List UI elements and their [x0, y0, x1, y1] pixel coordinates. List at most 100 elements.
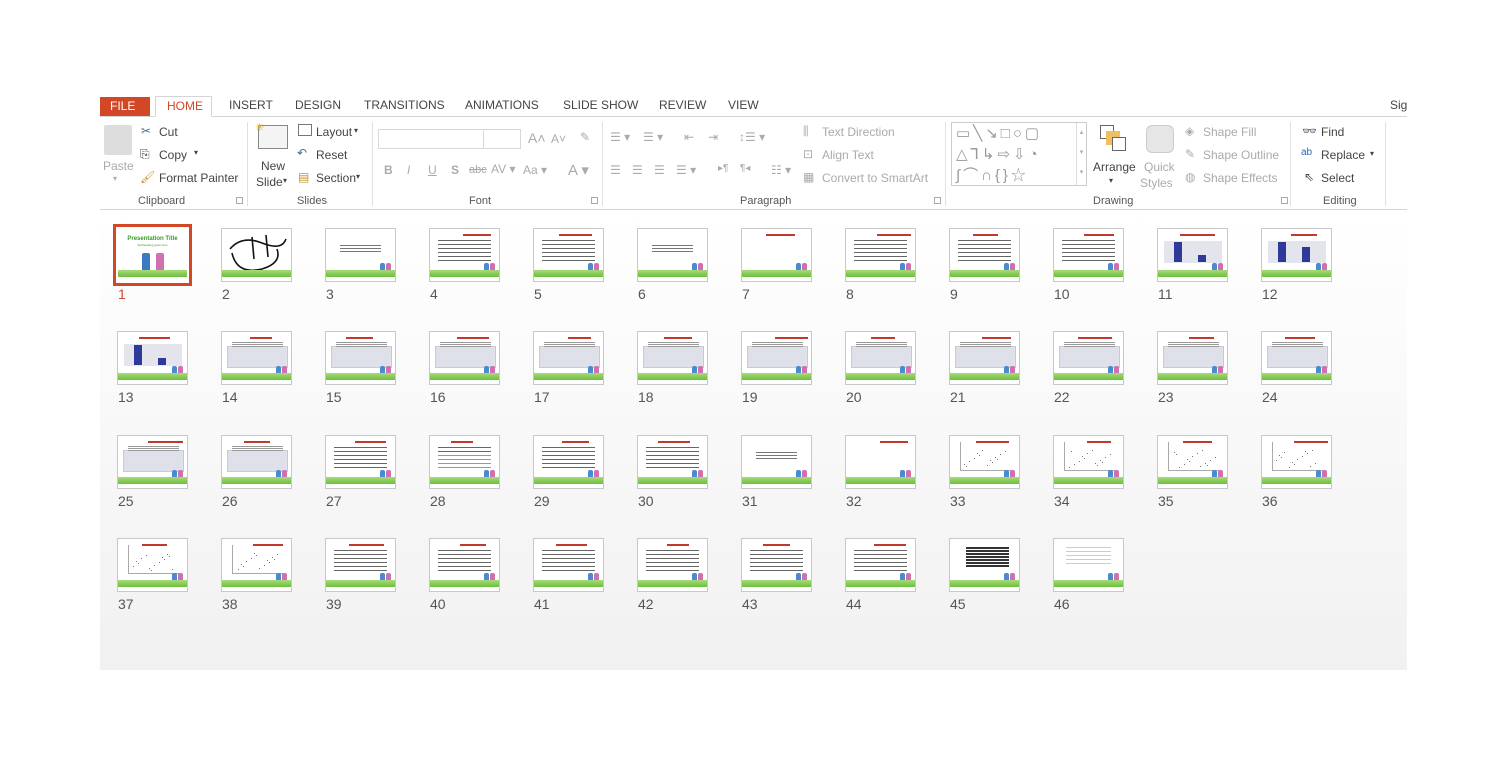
slide-thumbnail[interactable] [741, 228, 812, 282]
bullets-icon[interactable]: ☰ ▾ [610, 130, 630, 144]
slide-thumbnail[interactable] [533, 331, 604, 386]
new-slide-dropdown-icon[interactable]: ▾ [283, 176, 287, 185]
slide-thumbnail[interactable] [1261, 434, 1332, 489]
slide-thumbnail[interactable] [1053, 537, 1124, 592]
slide-thumbnail[interactable] [637, 228, 708, 282]
increase-indent-icon[interactable]: ⇥ [708, 130, 718, 144]
numbering-icon[interactable]: ☰ ▾ [643, 130, 663, 144]
decrease-font-icon[interactable]: A˅ [551, 132, 566, 146]
font-size-select[interactable] [483, 129, 521, 149]
quick-styles-button[interactable]: Quick [1144, 160, 1175, 174]
slide-thumbnail[interactable] [325, 331, 396, 386]
replace-dropdown-icon[interactable]: ▾ [1370, 149, 1374, 158]
slide-thumbnail[interactable] [1261, 228, 1332, 282]
align-center-icon[interactable]: ☰ [632, 163, 643, 177]
slide-thumbnail[interactable] [1157, 434, 1228, 489]
shape-outline-button[interactable]: Shape Outline [1203, 148, 1279, 162]
font-color-icon[interactable]: A ▾ [568, 161, 589, 179]
find-button[interactable]: Find [1321, 125, 1344, 139]
slide-thumbnail[interactable] [637, 434, 708, 489]
slide-thumbnail[interactable] [429, 331, 500, 386]
slide-thumbnail[interactable] [221, 331, 292, 386]
slide-thumbnail[interactable] [429, 228, 500, 282]
slide-thumbnail[interactable] [637, 537, 708, 592]
slide-thumbnail[interactable] [533, 537, 604, 592]
slide-thumbnail[interactable] [117, 434, 188, 489]
decrease-indent-icon[interactable]: ⇤ [684, 130, 694, 144]
slide-thumbnail[interactable] [533, 434, 604, 489]
clear-formatting-icon[interactable]: ✎ [580, 130, 590, 144]
slide-thumbnail[interactable] [1053, 331, 1124, 386]
cut-button[interactable]: Cut [159, 125, 178, 139]
align-right-icon[interactable]: ☰ [654, 163, 665, 177]
tab-view[interactable]: VIEW [728, 98, 759, 112]
slide-thumbnail[interactable] [429, 537, 500, 592]
slide-thumbnail[interactable] [325, 434, 396, 489]
font-launcher-icon[interactable] [591, 197, 598, 204]
slide-thumbnail[interactable] [949, 434, 1020, 489]
replace-button[interactable]: Replace [1321, 148, 1365, 162]
line-spacing-icon[interactable]: ↕☰ ▾ [739, 130, 765, 144]
tab-design[interactable]: DESIGN [295, 98, 341, 112]
new-slide-button[interactable]: New [261, 159, 285, 173]
copy-dropdown-icon[interactable]: ▾ [194, 148, 198, 157]
paragraph-launcher-icon[interactable] [934, 197, 941, 204]
drawing-launcher-icon[interactable] [1281, 197, 1288, 204]
gallery-scroll[interactable]: ▴ ▾ ▾ [1076, 123, 1086, 185]
select-button[interactable]: Select [1321, 171, 1354, 185]
slide-thumbnail[interactable] [1157, 228, 1228, 282]
shapes-gallery[interactable]: ▭╲↘□○▢ △⅂↳⇨⇩◔ ∫⌒∩{}☆ [951, 122, 1087, 186]
new-slide-label[interactable]: Slide [256, 175, 283, 189]
change-case-icon[interactable]: Aa ▾ [523, 163, 547, 177]
slide-thumbnail[interactable] [845, 228, 916, 282]
arrange-button[interactable]: Arrange [1093, 160, 1136, 174]
bold-icon[interactable]: B [384, 163, 393, 177]
slide-thumbnail[interactable] [741, 331, 812, 386]
reset-button[interactable]: Reset [316, 148, 347, 162]
slide-thumbnail[interactable] [117, 537, 188, 592]
slide-thumbnail[interactable] [741, 434, 812, 489]
slide-thumbnail[interactable] [1261, 331, 1332, 386]
ltr-icon[interactable]: ▸¶ [718, 163, 728, 174]
tab-home[interactable]: HOME [155, 96, 212, 117]
slide-thumbnail[interactable] [325, 537, 396, 592]
justify-icon[interactable]: ☰ ▾ [676, 163, 696, 177]
format-painter-button[interactable]: Format Painter [159, 171, 238, 185]
slide-thumbnail[interactable] [949, 537, 1020, 592]
tab-file[interactable]: FILE [100, 97, 150, 116]
strikethrough-icon[interactable]: abc [469, 164, 487, 176]
tab-slide-show[interactable]: SLIDE SHOW [563, 98, 638, 112]
rtl-icon[interactable]: ¶◂ [740, 163, 750, 174]
text-direction-button[interactable]: Text Direction [822, 125, 895, 139]
layout-dropdown-icon[interactable]: ▾ [354, 126, 358, 135]
slide-thumbnail[interactable] [741, 537, 812, 592]
account-name[interactable]: Sig [1390, 98, 1407, 112]
section-dropdown-icon[interactable]: ▾ [356, 172, 360, 181]
slide-thumbnail[interactable] [1053, 434, 1124, 489]
slide-thumbnail[interactable] [949, 228, 1020, 282]
paste-button[interactable]: Paste [103, 159, 134, 173]
slide-thumbnail[interactable] [845, 434, 916, 489]
tab-insert[interactable]: INSERT [229, 98, 273, 112]
columns-icon[interactable]: ☷ ▾ [771, 163, 791, 177]
slide-thumbnail[interactable] [949, 331, 1020, 386]
tab-review[interactable]: REVIEW [659, 98, 706, 112]
section-button[interactable]: Section [316, 171, 356, 185]
font-family-select[interactable] [378, 129, 484, 149]
slide-thumbnail[interactable] [117, 331, 188, 386]
slide-thumbnail[interactable] [845, 331, 916, 386]
slide-thumbnail[interactable] [221, 537, 292, 592]
tab-transitions[interactable]: TRANSITIONS [364, 98, 445, 112]
slide-thumbnail[interactable]: Presentation Title Subheading goes here [113, 224, 192, 286]
increase-font-icon[interactable]: A˄ [528, 130, 546, 146]
clipboard-launcher-icon[interactable] [236, 197, 243, 204]
shape-effects-button[interactable]: Shape Effects [1203, 171, 1278, 185]
character-spacing-icon[interactable]: AV ▾ [491, 162, 515, 176]
underline-icon[interactable]: U [428, 163, 437, 177]
paste-icon[interactable] [104, 125, 132, 155]
italic-icon[interactable]: I [407, 163, 410, 177]
align-text-button[interactable]: Align Text [822, 148, 874, 162]
arrange-dropdown-icon[interactable]: ▾ [1109, 176, 1113, 185]
slide-thumbnail[interactable] [845, 537, 916, 592]
quick-styles-label[interactable]: Styles [1140, 176, 1173, 190]
